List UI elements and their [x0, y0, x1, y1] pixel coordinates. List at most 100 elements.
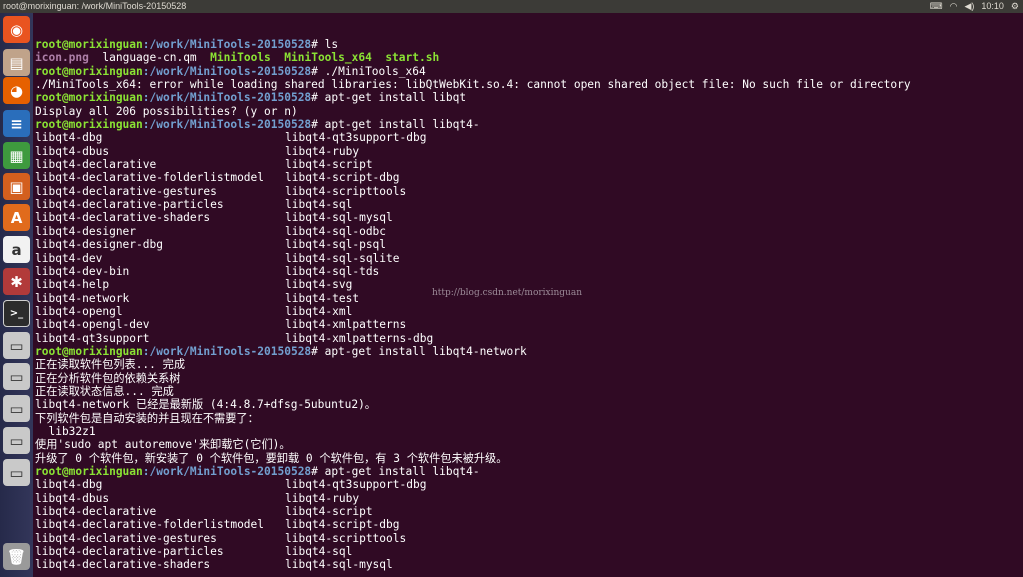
completion-item: libqt4-dev-bin: [35, 264, 130, 278]
drive-icon[interactable]: ▭: [3, 427, 30, 454]
dash-icon[interactable]: ◉: [3, 16, 30, 43]
completion-item: libqt4-sql-sqlite: [285, 251, 400, 265]
completion-row: libqt4-designer-dbg libqt4-sql-psql: [35, 238, 1020, 251]
completion-item: libqt4-declarative: [35, 505, 157, 519]
completion-item: libqt4-sql: [285, 545, 353, 559]
completion-item: libqt4-sql-mysql: [285, 211, 393, 225]
completion-item: libqt4-script: [285, 505, 373, 519]
output-line: 升级了 0 个软件包，新安装了 0 个软件包，要卸载 0 个软件包，有 3 个软…: [35, 451, 508, 465]
completion-item: libqt4-sql-odbc: [285, 224, 387, 238]
prompt-symbol: #: [311, 64, 325, 78]
ls-item: language-cn.qm: [102, 51, 197, 65]
completion-item: libqt4-designer: [35, 224, 137, 238]
completion-item: libqt4-script: [285, 158, 373, 172]
drive-icon[interactable]: ▭: [3, 363, 30, 390]
completion-row: libqt4-declarative-shaders libqt4-sql-mys…: [35, 211, 1020, 224]
completion-item: libqt4-declarative-particles: [35, 198, 224, 212]
completion-row: libqt4-declarative-gestures libqt4-script…: [35, 185, 1020, 198]
completion-row: libqt4-declarative libqt4-script: [35, 158, 1020, 171]
software-center-icon[interactable]: A: [3, 204, 30, 231]
completion-item: libqt4-script-dbg: [285, 518, 400, 532]
completion-item: libqt4-opengl: [35, 304, 123, 318]
amazon-icon[interactable]: a: [3, 236, 30, 263]
completion-item: libqt4-sql-mysql: [285, 558, 393, 572]
completion-item: libqt4-dbg: [35, 478, 103, 492]
completion-row: libqt4-qt3support libqt4-xmlpatterns-dbg: [35, 332, 1020, 345]
ls-item: MiniTools_x64: [284, 51, 372, 65]
completion-item: libqt4-sql: [285, 198, 353, 212]
completion-item: libqt4-svg: [285, 278, 353, 292]
completion-row: libqt4-opengl-dev libqt4-xmlpatterns: [35, 318, 1020, 331]
completion-item: libqt4-xml: [285, 304, 353, 318]
prompt-line: root@morixinguan:/work/MiniTools-2015052…: [35, 465, 1020, 478]
gear-icon[interactable]: ⚙: [1011, 0, 1019, 13]
keyboard-icon[interactable]: ⌨: [930, 0, 943, 13]
firefox-icon[interactable]: ◕: [3, 77, 30, 104]
completion-item: libqt4-dev: [35, 251, 103, 265]
prompt-line: root@morixinguan:/work/MiniTools-2015052…: [35, 91, 1020, 104]
output-line: lib32z1: [35, 424, 96, 438]
ls-item: MiniTools: [210, 51, 271, 65]
completion-item: libqt4-xmlpatterns-dbg: [285, 331, 434, 345]
files-icon[interactable]: ▤: [3, 49, 30, 76]
prompt-line: root@morixinguan:/work/MiniTools-2015052…: [35, 38, 1020, 51]
window-title: root@morixinguan: /work/MiniTools-201505…: [3, 1, 187, 11]
completion-item: libqt4-declarative-folderlistmodel: [35, 171, 265, 185]
prompt-symbol: #: [311, 118, 325, 132]
writer-icon[interactable]: ≡: [3, 110, 30, 137]
completion-item: libqt4-qt3support-dbg: [285, 478, 427, 492]
impress-icon[interactable]: ▣: [3, 173, 30, 200]
calc-icon[interactable]: ▦: [3, 142, 30, 169]
output-line: 正在读取软件包列表... 完成: [35, 358, 186, 372]
output-line: 正在读取状态信息... 完成: [35, 384, 174, 398]
trash-icon[interactable]: 🗑: [3, 543, 30, 570]
completion-item: libqt4-designer-dbg: [35, 238, 163, 252]
prompt-line: root@morixinguan:/work/MiniTools-2015052…: [35, 65, 1020, 78]
command-text: apt-get install libqt4-: [324, 118, 480, 132]
completion-item: libqt4-opengl-dev: [35, 318, 150, 332]
clock[interactable]: 10:10: [981, 0, 1004, 13]
completion-item: libqt4-dbg: [35, 131, 103, 145]
completion-row: libqt4-dev-bin libqt4-sql-tds: [35, 265, 1020, 278]
drive-icon[interactable]: ▭: [3, 395, 30, 422]
watermark: http://blog.csdn.net/morixinguan: [432, 288, 583, 298]
completion-item: libqt4-xmlpatterns: [285, 318, 407, 332]
volume-icon[interactable]: ◀): [964, 0, 974, 13]
completion-item: libqt4-sql-tds: [285, 264, 380, 278]
drive-icon[interactable]: ▭: [3, 332, 30, 359]
wifi-icon[interactable]: ◠: [950, 0, 958, 13]
indicator-area: ⌨ ◠ ◀) 10:10 ⚙: [930, 0, 1019, 13]
command-text: ls: [324, 38, 339, 51]
prompt-user: root@morixinguan: [35, 118, 143, 132]
completion-row: libqt4-declarative libqt4-script: [35, 505, 1020, 518]
prompt-symbol: #: [311, 344, 325, 358]
output-line: 使用'sudo apt autoremove'来卸载它(它们)。: [35, 438, 291, 452]
completion-item: libqt4-help: [35, 278, 110, 292]
drive-icon[interactable]: ▭: [3, 459, 30, 486]
completion-item: libqt4-ruby: [285, 491, 360, 505]
completion-row: libqt4-dbg libqt4-qt3support-dbg: [35, 478, 1020, 491]
prompt-user: root@morixinguan: [35, 91, 143, 105]
completion-item: libqt4-declarative-shaders: [35, 211, 211, 225]
completion-row: libqt4-declarative-folderlistmodel libqt4…: [35, 518, 1020, 531]
completion-item: libqt4-ruby: [285, 144, 360, 158]
prompt-symbol: #: [311, 38, 325, 51]
command-text: ./MiniTools_x64: [324, 64, 426, 78]
prompt-path: :/work/MiniTools-20150528: [142, 465, 312, 478]
prompt-path: :/work/MiniTools-20150528: [142, 64, 312, 78]
completion-item: libqt4-qt3support: [35, 331, 150, 345]
launcher: ◉ ▤ ◕ ≡ ▦ ▣ Aa ✱ >_ ▭ ▭ ▭ ▭ ▭ 🗑: [0, 13, 33, 577]
completion-item: libqt4-scripttools: [285, 531, 407, 545]
output-line: 正在分析软件包的依赖关系树: [35, 371, 181, 385]
completion-row: libqt4-declarative-folderlistmodel libqt4…: [35, 171, 1020, 184]
terminal-output[interactable]: root@morixinguan :/work/MiniTools-2015052…: [35, 38, 1020, 572]
system-settings-icon[interactable]: ✱: [3, 268, 30, 295]
completion-item: libqt4-declarative-shaders: [35, 558, 211, 572]
completion-item: libqt4-declarative-gestures: [35, 184, 217, 198]
completion-item: libqt4-dbus: [35, 491, 110, 505]
terminal-icon[interactable]: >_: [3, 300, 30, 327]
command-text: apt-get install libqt4-network: [324, 344, 527, 358]
completion-row: libqt4-declarative-particles libqt4-sql: [35, 198, 1020, 211]
command-text: apt-get install libqt4-: [324, 465, 480, 478]
prompt-user: root@morixinguan: [35, 38, 143, 51]
